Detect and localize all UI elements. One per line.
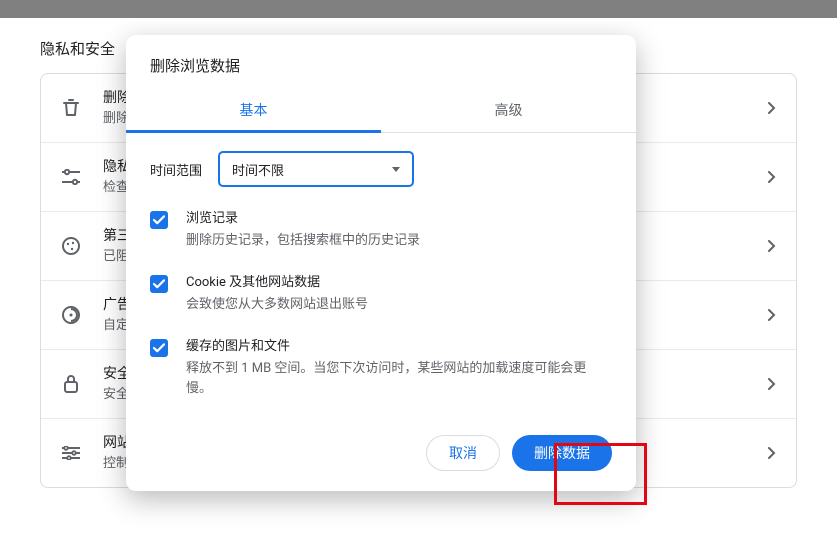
option-subtitle: 删除历史记录，包括搜索框中的历史记录 — [186, 231, 420, 251]
sliders-icon — [61, 443, 81, 463]
option-browsing-history[interactable]: 浏览记录 删除历史记录，包括搜索框中的历史记录 — [150, 209, 612, 251]
chevron-right-icon — [768, 168, 776, 187]
dialog-body: 时间范围 时间不限 浏览记录 删除历史记录，包括搜索框中的历史记录 Cookie… — [126, 133, 636, 425]
option-title: 浏览记录 — [186, 209, 420, 229]
time-range-select[interactable]: 时间不限 — [218, 151, 414, 187]
chevron-right-icon — [768, 306, 776, 325]
option-title: 缓存的图片和文件 — [186, 337, 612, 357]
option-text: 缓存的图片和文件 释放不到 1 MB 空间。当您下次访问时，某些网站的加载速度可… — [186, 337, 612, 399]
option-text: Cookie 及其他网站数据 会致使您从大多数网站退出账号 — [186, 273, 368, 315]
time-range-row: 时间范围 时间不限 — [150, 151, 612, 187]
option-subtitle: 释放不到 1 MB 空间。当您下次访问时，某些网站的加载速度可能会更慢。 — [186, 359, 612, 399]
chevron-right-icon — [768, 99, 776, 118]
trash-icon — [61, 98, 81, 118]
dialog-actions: 取消 删除数据 — [126, 425, 636, 471]
dialog-title: 删除浏览数据 — [126, 35, 636, 88]
option-subtitle: 会致使您从大多数网站退出账号 — [186, 295, 368, 315]
checkbox-checked-icon[interactable] — [150, 339, 168, 357]
checkbox-checked-icon[interactable] — [150, 211, 168, 229]
tab-advanced[interactable]: 高级 — [381, 88, 636, 132]
option-cached-files[interactable]: 缓存的图片和文件 释放不到 1 MB 空间。当您下次访问时，某些网站的加载速度可… — [150, 337, 612, 399]
time-range-label: 时间范围 — [150, 160, 202, 179]
option-text: 浏览记录 删除历史记录，包括搜索框中的历史记录 — [186, 209, 420, 251]
clear-browsing-data-dialog: 删除浏览数据 基本 高级 时间范围 时间不限 浏览记录 删除历史记录，包括搜索框… — [126, 35, 636, 491]
dialog-tabs: 基本 高级 — [126, 88, 636, 133]
chevron-right-icon — [768, 375, 776, 394]
top-bar — [0, 0, 837, 18]
chevron-right-icon — [768, 444, 776, 463]
tab-basic[interactable]: 基本 — [126, 88, 381, 132]
ads-icon — [61, 305, 81, 325]
caret-down-icon — [392, 167, 400, 172]
option-title: Cookie 及其他网站数据 — [186, 273, 368, 293]
cancel-button[interactable]: 取消 — [426, 435, 500, 471]
time-range-value: 时间不限 — [232, 160, 284, 179]
tune-icon — [61, 167, 81, 187]
checkbox-checked-icon[interactable] — [150, 275, 168, 293]
lock-icon — [61, 374, 81, 394]
clear-data-button[interactable]: 删除数据 — [512, 435, 612, 471]
option-cookies[interactable]: Cookie 及其他网站数据 会致使您从大多数网站退出账号 — [150, 273, 612, 315]
chevron-right-icon — [768, 237, 776, 256]
cookie-icon — [61, 236, 81, 256]
